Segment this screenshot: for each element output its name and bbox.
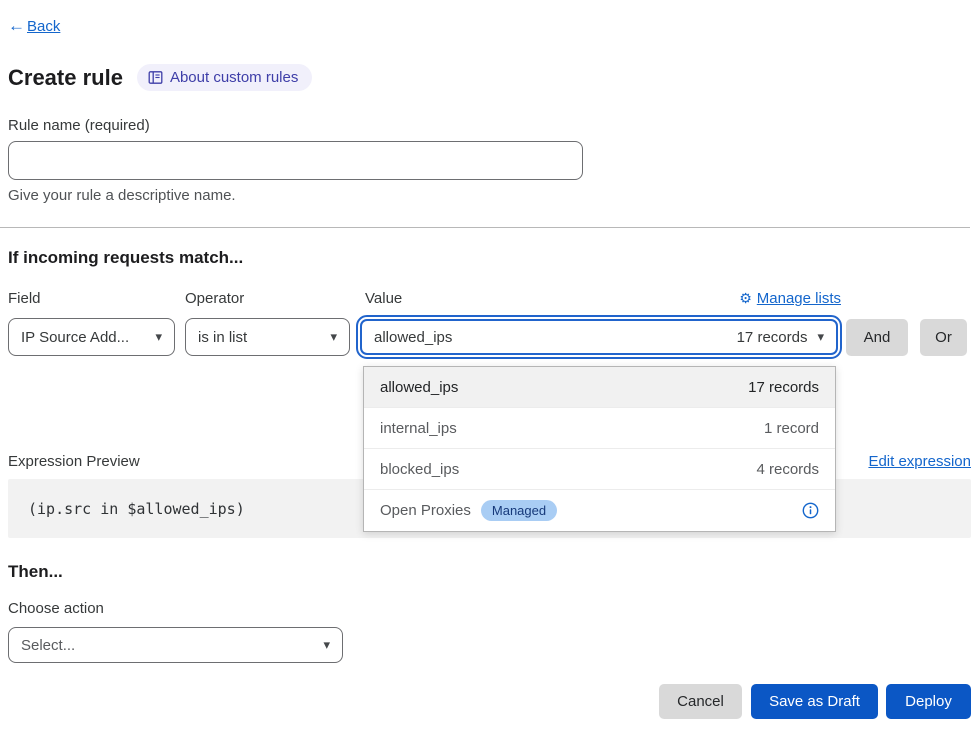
list-item-record-count: 1 record <box>764 420 819 437</box>
book-icon <box>148 70 163 85</box>
manage-lists-link[interactable]: ⚙ Manage lists <box>739 290 841 307</box>
managed-badge: Managed <box>481 500 557 521</box>
rule-name-input[interactable] <box>8 141 583 180</box>
deploy-button[interactable]: Deploy <box>886 684 971 719</box>
value-select[interactable]: allowed_ips 17 records ▾ <box>360 319 838 355</box>
create-rule-page: ← Back Create rule About custom rules Ru… <box>0 0 979 739</box>
list-item-allowed-ips[interactable]: allowed_ips 17 records <box>364 367 835 408</box>
expression-code: (ip.src in $allowed_ips) <box>28 500 245 518</box>
field-column-label: Field <box>8 290 41 307</box>
gear-icon: ⚙ <box>739 290 752 307</box>
value-column-label: Value <box>365 290 402 307</box>
rule-name-label: Rule name (required) <box>8 117 150 134</box>
chevron-down-icon: ▾ <box>155 329 162 345</box>
choose-action-label: Choose action <box>8 600 104 617</box>
chevron-down-icon: ▾ <box>817 329 824 345</box>
field-select-value: IP Source Add... <box>21 329 129 346</box>
chevron-down-icon: ▾ <box>330 329 337 345</box>
manage-lists-label: Manage lists <box>757 290 841 307</box>
cancel-button[interactable]: Cancel <box>659 684 742 719</box>
save-as-draft-button[interactable]: Save as Draft <box>751 684 878 719</box>
match-section-heading: If incoming requests match... <box>8 248 243 268</box>
then-section-heading: Then... <box>8 562 63 582</box>
value-select-value: allowed_ips <box>374 329 452 346</box>
edit-expression-link[interactable]: Edit expression <box>868 453 971 470</box>
operator-select[interactable]: is in list ▾ <box>185 318 350 356</box>
back-arrow-icon: ← <box>8 16 25 36</box>
about-custom-rules-label: About custom rules <box>170 69 298 86</box>
action-select-placeholder: Select... <box>21 637 75 654</box>
list-item-open-proxies[interactable]: Open Proxies Managed <box>364 490 835 531</box>
rule-name-helper-text: Give your rule a descriptive name. <box>8 187 236 204</box>
field-select[interactable]: IP Source Add... ▾ <box>8 318 175 356</box>
page-header: Create rule About custom rules <box>8 64 312 91</box>
list-item-name: internal_ips <box>380 420 457 437</box>
action-select[interactable]: Select... ▾ <box>8 627 343 663</box>
operator-column-label: Operator <box>185 290 244 307</box>
list-item-internal-ips[interactable]: internal_ips 1 record <box>364 408 835 449</box>
info-icon[interactable] <box>802 502 819 519</box>
back-link[interactable]: ← Back <box>8 16 60 36</box>
chevron-down-icon: ▾ <box>323 637 330 653</box>
edit-expression-label: Edit expression <box>868 453 971 470</box>
list-item-blocked-ips[interactable]: blocked_ips 4 records <box>364 449 835 490</box>
and-button[interactable]: And <box>846 319 908 356</box>
value-dropdown-panel: allowed_ips 17 records internal_ips 1 re… <box>363 366 836 532</box>
operator-select-value: is in list <box>198 329 247 346</box>
list-item-name: allowed_ips <box>380 379 458 396</box>
list-item-name: Open Proxies <box>380 502 471 519</box>
list-item-record-count: 17 records <box>748 379 819 396</box>
value-select-record-count: 17 records <box>737 329 808 346</box>
section-divider <box>0 227 970 228</box>
list-item-name: blocked_ips <box>380 461 459 478</box>
about-custom-rules-link[interactable]: About custom rules <box>137 64 312 91</box>
or-button[interactable]: Or <box>920 319 967 356</box>
back-link-label: Back <box>27 18 60 35</box>
list-item-record-count: 4 records <box>756 461 819 478</box>
expression-preview-label: Expression Preview <box>8 453 140 470</box>
page-title: Create rule <box>8 65 123 91</box>
